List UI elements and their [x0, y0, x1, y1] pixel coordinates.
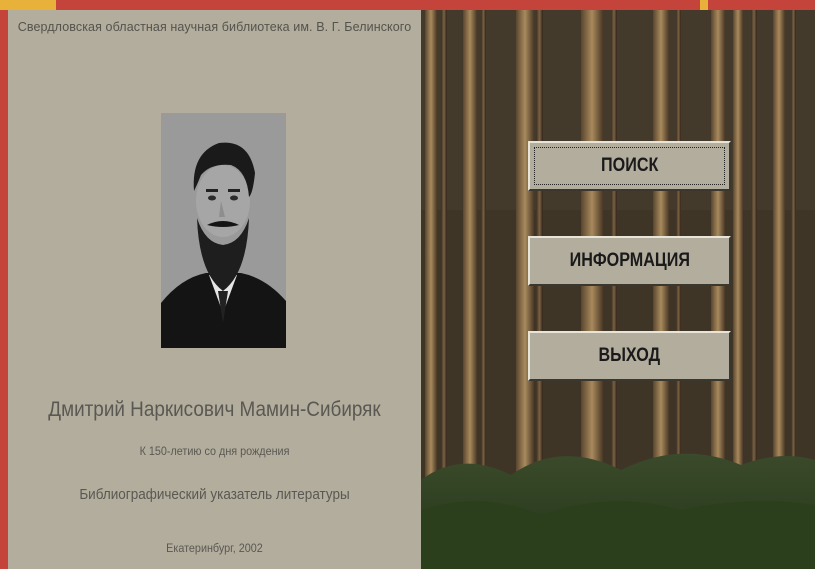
search-button-label: ПОИСК [600, 155, 659, 176]
subtitle: Библиографический указатель литературы [79, 486, 350, 503]
author-name: Дмитрий Наркисович Мамин-Сибиряк [48, 398, 381, 421]
information-button-label: ИНФОРМАЦИЯ [569, 250, 690, 271]
forest-background-image: ПОИСК ИНФОРМАЦИЯ ВЫХОД [421, 10, 815, 569]
information-button[interactable]: ИНФОРМАЦИЯ [528, 236, 731, 286]
library-name: Свердловская областная научная библиотек… [17, 20, 412, 34]
author-portrait-image [161, 113, 286, 348]
search-button[interactable]: ПОИСК [528, 141, 731, 191]
frame-accent-right [700, 0, 708, 10]
forest-trees-graphic [421, 10, 815, 569]
exit-button-label: ВЫХОД [598, 345, 661, 366]
main-window: Свердловская областная научная библиотек… [8, 10, 815, 569]
frame-accent-left [0, 0, 56, 10]
title-panel: Свердловская областная научная библиотек… [8, 10, 421, 569]
anniversary-line: К 150-летию со дня рождения [139, 444, 290, 458]
exit-button[interactable]: ВЫХОД [528, 331, 731, 381]
place-year: Екатеринбург, 2002 [166, 541, 263, 555]
